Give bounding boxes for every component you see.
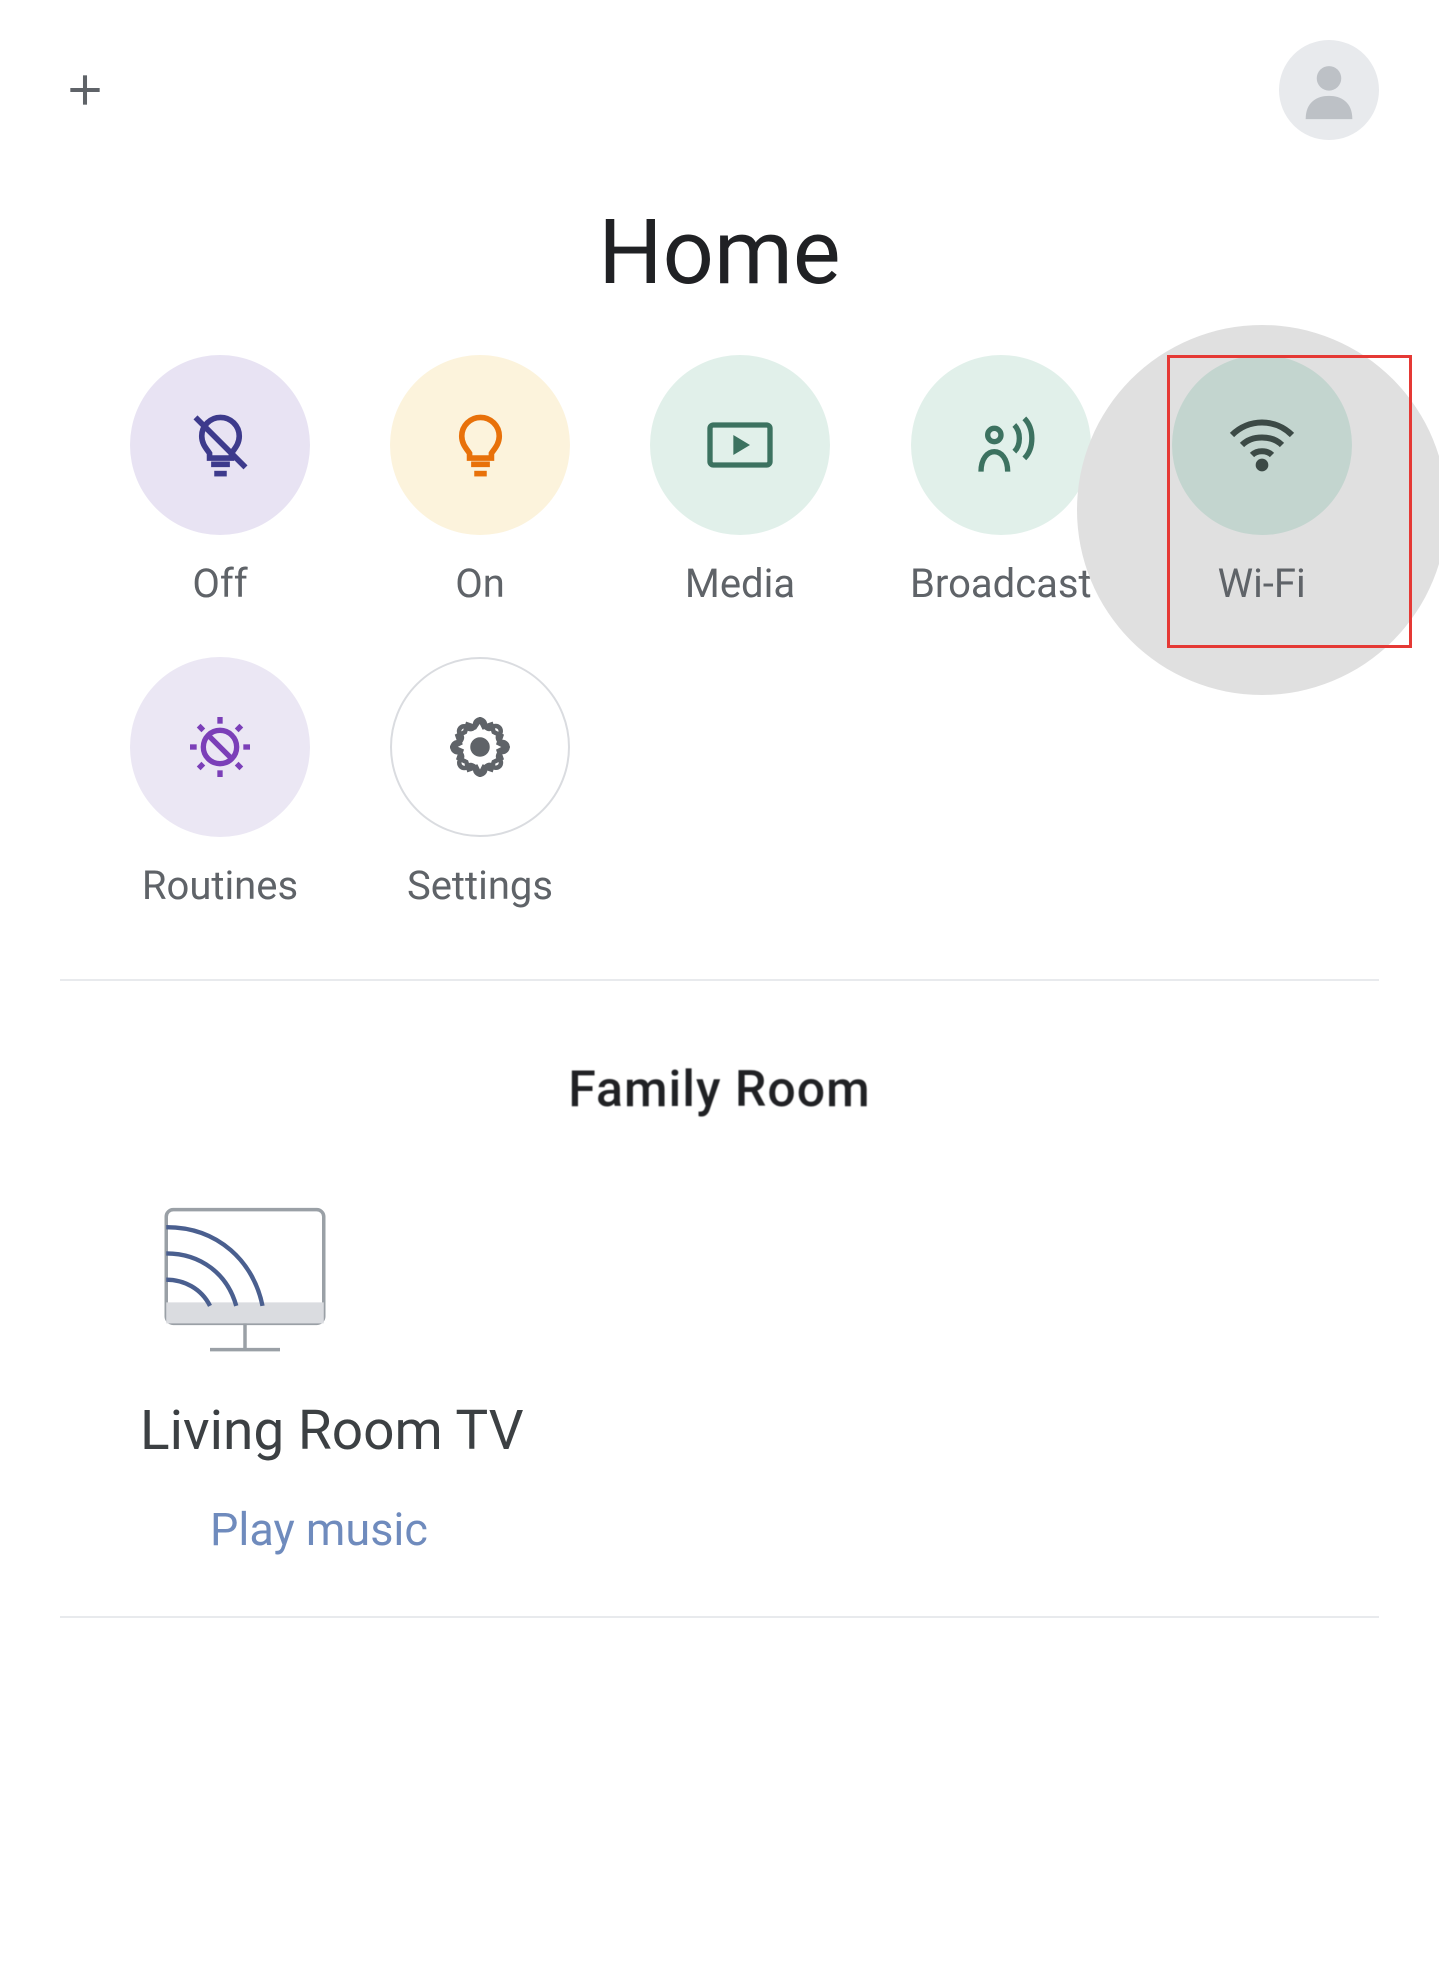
quick-action-label: Broadcast	[910, 560, 1092, 607]
section-divider	[60, 1616, 1379, 1618]
quick-action-label: Media	[685, 560, 795, 607]
room-title: Family Room	[0, 1001, 1439, 1199]
quick-action-label: Wi-Fi	[1218, 560, 1306, 607]
quick-action-label: On	[455, 560, 505, 607]
quick-action-circle	[911, 355, 1091, 535]
quick-actions-grid: Off On Media B	[0, 355, 1439, 959]
quick-action-circle	[390, 657, 570, 837]
person-icon	[1294, 55, 1364, 125]
add-button[interactable]	[60, 65, 110, 115]
section-divider	[60, 979, 1379, 981]
broadcast-icon	[961, 405, 1041, 485]
quick-action-settings[interactable]: Settings	[390, 657, 570, 909]
gear-icon	[450, 717, 510, 777]
device-name: Living Room TV	[140, 1399, 1439, 1463]
profile-avatar[interactable]	[1279, 40, 1379, 140]
quick-action-circle	[650, 355, 830, 535]
wifi-icon	[1222, 405, 1302, 485]
device-play-music-action[interactable]: Play music	[140, 1503, 1439, 1556]
quick-action-label: Routines	[142, 862, 298, 909]
lightbulb-on-icon	[443, 408, 518, 483]
quick-action-label: Off	[192, 560, 247, 607]
play-media-icon	[700, 405, 780, 485]
quick-action-wifi[interactable]: Wi-Fi	[1172, 355, 1352, 607]
routines-icon	[180, 707, 260, 787]
quick-action-routines[interactable]: Routines	[130, 657, 310, 909]
quick-action-on[interactable]: On	[390, 355, 570, 607]
quick-action-off[interactable]: Off	[130, 355, 310, 607]
plus-icon	[63, 68, 107, 112]
quick-action-media[interactable]: Media	[650, 355, 830, 607]
device-icon-wrap	[140, 1199, 350, 1359]
device-card[interactable]: Living Room TV Play music	[0, 1199, 1439, 1556]
quick-action-circle	[130, 355, 310, 535]
quick-action-circle	[390, 355, 570, 535]
lightbulb-off-icon	[183, 408, 258, 483]
page-title: Home	[0, 170, 1439, 355]
quick-action-broadcast[interactable]: Broadcast	[910, 355, 1092, 607]
quick-action-circle	[130, 657, 310, 837]
quick-action-circle	[1172, 355, 1352, 535]
app-header	[0, 0, 1439, 170]
quick-action-label: Settings	[407, 862, 553, 909]
cast-tv-icon	[140, 1199, 350, 1369]
